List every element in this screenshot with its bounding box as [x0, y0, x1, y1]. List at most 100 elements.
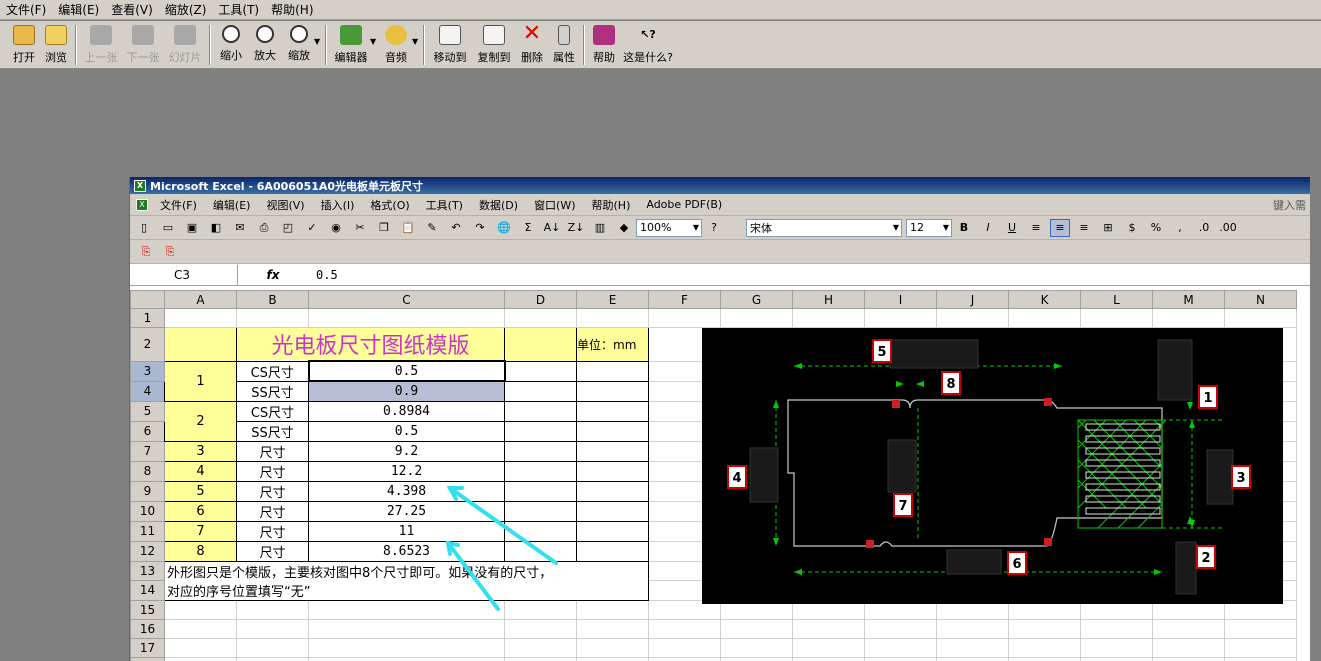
- print-preview-icon[interactable]: ◰: [278, 219, 298, 237]
- cell[interactable]: [1152, 637, 1225, 658]
- row-header[interactable]: 7: [130, 440, 165, 462]
- row-header[interactable]: 10: [130, 500, 165, 522]
- cell[interactable]: [1008, 637, 1081, 658]
- value-cell[interactable]: 27.25: [308, 500, 505, 522]
- cell[interactable]: [936, 618, 1009, 639]
- index-cell[interactable]: 7: [164, 520, 237, 542]
- cell[interactable]: [1224, 656, 1297, 661]
- comma-icon[interactable]: ,: [1170, 219, 1190, 237]
- cell[interactable]: [236, 656, 309, 661]
- cell[interactable]: [504, 656, 577, 661]
- spelling-icon[interactable]: ✓: [302, 219, 322, 237]
- row-header[interactable]: 5: [130, 400, 165, 422]
- cell[interactable]: [792, 637, 865, 658]
- index-cell[interactable]: 8: [164, 540, 237, 562]
- cell[interactable]: [308, 618, 505, 639]
- excel-menu-edit[interactable]: 编辑(E): [205, 197, 259, 213]
- convert-pdf-icon[interactable]: ⎘: [136, 243, 156, 261]
- format-painter-icon[interactable]: ✎: [422, 219, 442, 237]
- italic-icon[interactable]: I: [978, 219, 998, 237]
- column-header[interactable]: D: [504, 290, 577, 309]
- cell[interactable]: [1008, 656, 1081, 661]
- cell[interactable]: [164, 618, 237, 639]
- excel-menu-window[interactable]: 窗口(W): [526, 197, 583, 213]
- cell[interactable]: [720, 308, 793, 328]
- align-right-icon[interactable]: ≡: [1074, 219, 1094, 237]
- slideshow-button[interactable]: 幻灯片: [164, 21, 206, 67]
- value-cell[interactable]: 0.8984: [308, 400, 505, 422]
- cell[interactable]: [1008, 308, 1081, 328]
- paste-icon[interactable]: 📋: [398, 219, 418, 237]
- percent-icon[interactable]: %: [1146, 219, 1166, 237]
- label-cell[interactable]: CS尺寸: [236, 360, 309, 382]
- chart-wizard-icon[interactable]: ▥: [590, 219, 610, 237]
- zoom-select[interactable]: 100% ▼: [636, 218, 702, 237]
- undo-icon[interactable]: ↶: [446, 219, 466, 237]
- excel-menu-adobe-pdf[interactable]: Adobe PDF(B): [638, 198, 730, 211]
- delete-button[interactable]: ✕ 删除: [516, 21, 548, 67]
- drawing-icon[interactable]: ◆: [614, 219, 634, 237]
- cell[interactable]: [164, 656, 237, 661]
- chevron-down-icon[interactable]: ▼: [370, 37, 378, 46]
- row-header[interactable]: 9: [130, 480, 165, 502]
- copy-to-button[interactable]: 复制到: [472, 21, 516, 67]
- email-icon[interactable]: ✉: [230, 219, 250, 237]
- cell[interactable]: [576, 420, 649, 442]
- cell[interactable]: [1080, 618, 1153, 639]
- cell[interactable]: [576, 460, 649, 482]
- excel-menu-data[interactable]: 数据(D): [471, 197, 526, 213]
- zoom-out-button[interactable]: 缩小: [214, 21, 248, 67]
- cell[interactable]: [648, 656, 721, 661]
- column-header[interactable]: E: [576, 290, 649, 309]
- chevron-down-icon[interactable]: ▼: [314, 37, 322, 46]
- chevron-down-icon[interactable]: ▼: [412, 37, 420, 46]
- cell[interactable]: [864, 308, 937, 328]
- decrease-decimal-icon[interactable]: .00: [1218, 219, 1238, 237]
- zoom-in-button[interactable]: 放大: [248, 21, 282, 67]
- label-cell[interactable]: SS尺寸: [236, 420, 309, 442]
- properties-button[interactable]: 属性: [548, 21, 580, 67]
- excel-menu-file[interactable]: 文件(F): [152, 197, 205, 213]
- cell[interactable]: [504, 400, 577, 422]
- select-all-corner[interactable]: [130, 290, 165, 309]
- label-cell[interactable]: CS尺寸: [236, 400, 309, 422]
- cell[interactable]: [504, 327, 577, 362]
- value-cell[interactable]: 9.2: [308, 440, 505, 462]
- zoom-button[interactable]: 缩放: [282, 21, 316, 67]
- redo-icon[interactable]: ↷: [470, 219, 490, 237]
- label-cell[interactable]: 尺寸: [236, 500, 309, 522]
- cell[interactable]: [504, 360, 577, 382]
- menu-view[interactable]: 查看(V): [105, 0, 159, 20]
- cell[interactable]: [504, 540, 577, 562]
- cell[interactable]: [1080, 656, 1153, 661]
- cell[interactable]: [864, 656, 937, 661]
- open-button[interactable]: 打开: [8, 21, 40, 67]
- cell[interactable]: [1224, 637, 1297, 658]
- research-icon[interactable]: ◉: [326, 219, 346, 237]
- hyperlink-icon[interactable]: 🌐: [494, 219, 514, 237]
- cell[interactable]: [1080, 308, 1153, 328]
- audio-button[interactable]: 音频: [378, 21, 414, 67]
- help-circle-icon[interactable]: ?: [704, 219, 724, 237]
- cell[interactable]: [504, 599, 577, 620]
- formula-input[interactable]: 0.5: [308, 268, 338, 282]
- menu-file[interactable]: 文件(F): [0, 0, 52, 20]
- value-cell[interactable]: 11: [308, 520, 505, 542]
- cell[interactable]: [648, 618, 721, 639]
- cell[interactable]: [576, 308, 649, 328]
- note-line-1[interactable]: 外形图只是个模版，主要核对图中8个尺寸即可。如果没有的尺寸，: [164, 560, 649, 581]
- cell[interactable]: [1152, 308, 1225, 328]
- row-header[interactable]: 16: [130, 618, 165, 639]
- column-header[interactable]: C: [308, 290, 505, 309]
- cell[interactable]: [308, 308, 505, 328]
- label-cell[interactable]: 尺寸: [236, 460, 309, 482]
- column-header[interactable]: J: [936, 290, 1009, 309]
- cell[interactable]: [236, 637, 309, 658]
- cell[interactable]: [1224, 308, 1297, 328]
- row-header[interactable]: 12: [130, 540, 165, 562]
- editor-button[interactable]: 编辑器: [330, 21, 372, 67]
- cell[interactable]: [504, 460, 577, 482]
- cell[interactable]: [504, 520, 577, 542]
- index-cell[interactable]: 5: [164, 480, 237, 502]
- column-header[interactable]: K: [1008, 290, 1081, 309]
